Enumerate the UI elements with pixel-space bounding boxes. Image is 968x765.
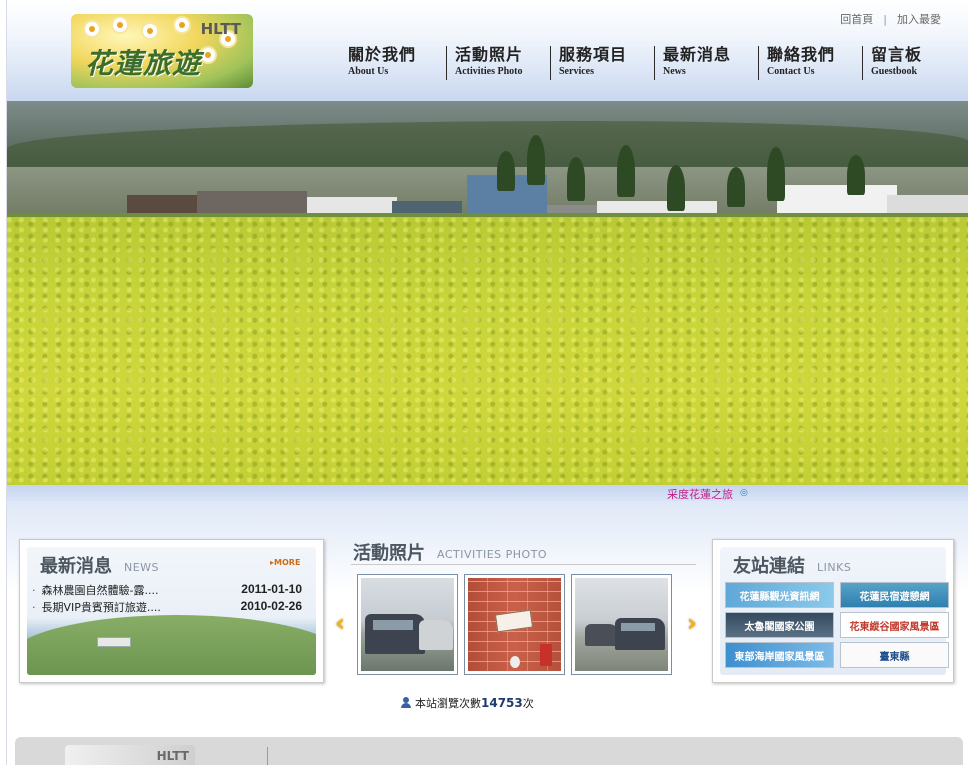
nav-label-zh: 活動照片: [455, 45, 524, 64]
counter-value: 14753: [481, 696, 523, 710]
tree: [617, 145, 635, 197]
van-window: [373, 620, 413, 630]
logo-abbr: HLTT: [200, 20, 241, 38]
house-decoration: [97, 637, 131, 647]
nav-label-en: News: [663, 66, 686, 77]
news-item-date: 2010-02-26: [240, 599, 302, 613]
news-item-title[interactable]: 森林農園自然體驗-露....: [32, 582, 159, 599]
page: HLTT 花蓮旅遊 回首頁 | 加入最愛 關於我們 About Us 活動照片 Ac…: [6, 0, 968, 765]
nav-label-zh: 聯絡我們: [767, 45, 836, 64]
nav-label-en: About Us: [348, 66, 389, 77]
news-title-en: NEWS: [124, 561, 160, 574]
links-title-en: LINKS: [817, 561, 852, 574]
van-shape: [419, 620, 453, 650]
top-links: 回首頁 | 加入最愛: [840, 11, 941, 27]
footer-logo: HLTT: [65, 745, 195, 765]
play-icon[interactable]: ◎: [740, 488, 748, 498]
news-item[interactable]: 長期VIP貴賓預訂旅遊.... 2010-02-26: [32, 599, 303, 616]
logo-title: 花蓮旅遊: [85, 47, 202, 80]
flower-decoration: [201, 48, 215, 62]
footer-divider: [267, 747, 268, 765]
nav-item-news[interactable]: 最新消息 News: [654, 46, 758, 80]
chevron-right-icon[interactable]: ›: [687, 609, 697, 637]
nav-label-en: Services: [559, 66, 594, 77]
nav-item-contact[interactable]: 聯絡我們 Contact Us: [758, 46, 862, 80]
more-label: MORE: [274, 558, 301, 567]
nav-label-en: Guestbook: [871, 66, 918, 77]
photo-thumbnail[interactable]: [464, 574, 565, 675]
photo-brick-wall: [468, 578, 561, 671]
nav-label-zh: 最新消息: [663, 45, 732, 64]
more-button[interactable]: ▸MORE: [270, 558, 300, 567]
tree: [767, 147, 785, 201]
tree: [567, 157, 585, 201]
photo-carousel: [357, 574, 678, 675]
link-taroko-park[interactable]: 太魯閣國家公園: [725, 612, 834, 638]
van-window: [621, 623, 655, 631]
photo-van-parked: [361, 578, 454, 671]
add-favorite-link[interactable]: 加入最愛: [897, 11, 941, 27]
tree: [497, 151, 515, 191]
banner-caption[interactable]: 采度花蓮之旅: [667, 486, 733, 502]
content-band: 最新消息 NEWS ▸MORE 森林農園自然體驗-露.... 2011-01-1…: [7, 501, 968, 731]
nav-label-zh: 留言板: [871, 45, 923, 64]
tree: [667, 165, 685, 211]
link-hualien-bnb[interactable]: 花蓮民宿遊憩網: [840, 582, 949, 608]
flower-decoration: [143, 24, 157, 38]
link-east-coast[interactable]: 東部海岸國家風景區: [725, 642, 834, 668]
tree: [727, 167, 745, 207]
rapeseed-field: [7, 217, 968, 485]
photo-vans-lot: [575, 578, 668, 671]
hill-decoration: [27, 615, 316, 675]
nav-label-en: Activities Photo: [455, 66, 523, 77]
flower-decoration: [175, 18, 189, 32]
link-hualien-tourism[interactable]: 花蓮縣觀光資訊網: [725, 582, 834, 608]
nav-item-activities-photo[interactable]: 活動照片 Activities Photo: [446, 46, 550, 80]
links-grid: 花蓮縣觀光資訊網 花蓮民宿遊憩網 太魯閣國家公園 花東縱谷國家風景區 東部海岸國…: [725, 582, 949, 668]
counter-prefix: 本站瀏覽次數: [415, 697, 481, 710]
flower-decoration: [113, 18, 127, 32]
news-list: 森林農園自然體驗-露.... 2011-01-10 長期VIP貴賓預訂旅遊...…: [32, 582, 303, 616]
nav-item-about[interactable]: 關於我們 About Us: [342, 46, 446, 80]
photo-thumbnail[interactable]: [571, 574, 672, 675]
van-shape: [585, 624, 619, 646]
user-icon: [401, 697, 411, 708]
photos-title: 活動照片: [353, 543, 425, 564]
link-taitung-county[interactable]: 臺東縣: [840, 642, 949, 668]
site-logo[interactable]: HLTT 花蓮旅遊: [71, 14, 253, 88]
news-item-title[interactable]: 長期VIP貴賓預訂旅遊....: [32, 599, 161, 616]
divider: |: [883, 13, 887, 26]
nav-label-en: Contact Us: [767, 66, 815, 77]
news-panel: 最新消息 NEWS ▸MORE 森林農園自然體驗-露.... 2011-01-1…: [19, 539, 324, 683]
post-decoration: [540, 644, 552, 666]
site-footer: HLTT: [15, 737, 963, 765]
tree: [847, 155, 865, 195]
nav-label-zh: 關於我們: [348, 45, 417, 64]
news-item-date: 2011-01-10: [241, 582, 302, 596]
links-title: 友站連結: [733, 556, 805, 577]
news-title: 最新消息: [40, 556, 112, 577]
footer-logo-abbr: HLTT: [156, 749, 189, 763]
banner-caption-row: 采度花蓮之旅 ◎: [7, 485, 968, 501]
home-link[interactable]: 回首頁: [840, 11, 873, 27]
site-header: HLTT 花蓮旅遊 回首頁 | 加入最愛 關於我們 About Us 活動照片 Ac…: [7, 0, 968, 101]
counter-suffix: 次: [522, 697, 534, 710]
flower-decoration: [85, 22, 99, 36]
visitor-counter: 本站瀏覽次數14753次: [401, 695, 534, 711]
chevron-left-icon[interactable]: ‹: [335, 609, 345, 637]
links-panel: 友站連結 LINKS 花蓮縣觀光資訊網 花蓮民宿遊憩網 太魯閣國家公園 花東縱谷…: [712, 539, 954, 683]
nav-label-zh: 服務項目: [559, 45, 628, 64]
person-decoration: [510, 656, 520, 668]
nav-item-guestbook[interactable]: 留言板 Guestbook: [862, 46, 966, 80]
photo-thumbnail[interactable]: [357, 574, 458, 675]
tree: [527, 135, 545, 185]
main-nav: 關於我們 About Us 活動照片 Activities Photo 服務項目…: [342, 46, 966, 80]
photos-header: 活動照片 ACTIVITIES PHOTO: [351, 539, 696, 565]
photos-title-en: ACTIVITIES PHOTO: [437, 548, 548, 561]
news-item[interactable]: 森林農園自然體驗-露.... 2011-01-10: [32, 582, 303, 599]
hero-banner-image: [7, 101, 968, 485]
link-east-rift-valley[interactable]: 花東縱谷國家風景區: [840, 612, 949, 638]
nav-item-services[interactable]: 服務項目 Services: [550, 46, 654, 80]
